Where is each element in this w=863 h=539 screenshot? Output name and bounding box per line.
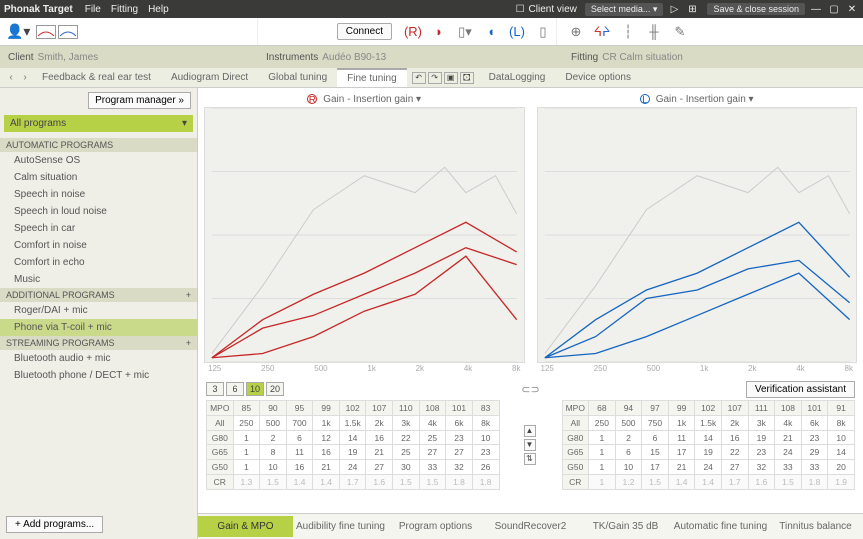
tab-tool-icon[interactable]: ↶	[412, 72, 426, 84]
tab-tool-icon[interactable]: ▣	[444, 72, 458, 84]
close-icon[interactable]: ✕	[845, 4, 859, 15]
gain-chart-left-ear	[537, 107, 858, 363]
menu-file[interactable]: File	[85, 4, 101, 15]
program-item[interactable]: Calm situation	[0, 169, 197, 186]
tab-fine-tuning[interactable]: Fine tuning	[337, 68, 406, 87]
minimize-icon[interactable]: —	[809, 4, 823, 15]
client-view-toggle[interactable]: Client view	[529, 4, 577, 15]
program-group-header: STREAMING PROGRAMS+	[0, 336, 197, 350]
fitting-label: Fitting	[571, 52, 598, 63]
all-programs-label: All programs	[10, 118, 66, 129]
save-close-button[interactable]: Save & close session	[707, 3, 805, 15]
band-count-button[interactable]: 20	[266, 382, 284, 396]
target-icon[interactable]: ⊕	[566, 22, 586, 42]
tab-audiogram-direct[interactable]: Audiogram Direct	[161, 68, 258, 87]
band-count-button[interactable]: 6	[226, 382, 244, 396]
band-selector: 361020 ⊂⊃ Verification assistant	[198, 378, 863, 400]
connect-button[interactable]: Connect	[337, 23, 392, 40]
all-programs-row[interactable]: All programs ▾	[4, 115, 193, 132]
curve-view-icon-2[interactable]	[58, 25, 78, 39]
subtab-program-options[interactable]: Program options	[388, 516, 483, 537]
menu-fitting[interactable]: Fitting	[111, 4, 138, 15]
tab-tool-icon[interactable]: ↷	[428, 72, 442, 84]
band-count-button[interactable]: 3	[206, 382, 224, 396]
play-icon[interactable]: ▷	[667, 4, 681, 15]
program-item[interactable]: Bluetooth audio + mic	[0, 350, 197, 367]
media-player-icon[interactable]: ⊞	[685, 4, 699, 15]
gain-chart-right-ear	[204, 107, 525, 363]
gain-up-button[interactable]: ▲	[524, 425, 536, 437]
program-item[interactable]: Speech in noise	[0, 186, 197, 203]
client-label: Client	[8, 52, 34, 63]
right-device-icon[interactable]: ◗	[429, 22, 449, 42]
tab-prev[interactable]: ‹	[4, 72, 18, 83]
program-item[interactable]: Speech in loud noise	[0, 203, 197, 220]
add-programs-button[interactable]: + Add programs...	[6, 516, 103, 533]
titlebar: Phonak Target File Fitting Help ☐ Client…	[0, 0, 863, 18]
program-group-header: ADDITIONAL PROGRAMS+	[0, 288, 197, 302]
program-item[interactable]: Comfort in echo	[0, 254, 197, 271]
left-device-icon[interactable]: ◖	[481, 22, 501, 42]
wrench-icon[interactable]: ✎	[670, 22, 690, 42]
link-icon[interactable]: ⊂⊃	[521, 383, 539, 396]
program-item[interactable]: Comfort in noise	[0, 237, 197, 254]
chart-right-title[interactable]: L Gain - Insertion gain ▾	[537, 92, 858, 107]
program-item[interactable]: Phone via T-coil + mic	[0, 319, 197, 336]
client-name: Smith, James	[38, 52, 99, 63]
program-manager-button[interactable]: Program manager »	[88, 92, 191, 109]
gain-link-button[interactable]: ⇅	[524, 453, 536, 465]
program-item[interactable]: Speech in car	[0, 220, 197, 237]
all-programs-dropdown-icon[interactable]: ▾	[182, 118, 187, 129]
gain-table-left-ear[interactable]: MPO6894979910210711110810191All250500750…	[562, 400, 856, 490]
subtab-gain-mpo[interactable]: Gain & MPO	[198, 516, 293, 537]
fitting-value: CR Calm situation	[602, 52, 683, 63]
curve-view-icon-1[interactable]	[36, 25, 56, 39]
select-media-dropdown[interactable]: Select media... ▾	[585, 3, 664, 16]
fine-tuning-subtabs: Gain & MPOAudibility fine tuningProgram …	[198, 513, 863, 539]
verification-assistant-button[interactable]: Verification assistant	[746, 381, 855, 398]
maximize-icon[interactable]: ▢	[827, 4, 841, 15]
subtab-tinnitus-balance[interactable]: Tinnitus balance	[768, 516, 863, 537]
subtab-audibility-fine-tuning[interactable]: Audibility fine tuning	[293, 516, 388, 537]
subtab-soundrecover-[interactable]: SoundRecover2	[483, 516, 578, 537]
accessory-icon[interactable]: ▯▾	[455, 22, 475, 42]
program-group-header: AUTOMATIC PROGRAMS	[0, 138, 197, 152]
tab-device-options[interactable]: Device options	[555, 68, 641, 87]
tuning-fork-icon[interactable]: ┆	[618, 22, 638, 42]
programs-sidebar: Program manager » All programs ▾ AUTOMAT…	[0, 88, 198, 539]
toolbar: 👤▾ Connect (R) ◗ ▯▾ ◖ (L) ▯ ⊕ ᔦᔨ ┆ ╫ ✎	[0, 18, 863, 46]
tab-tool-icon[interactable]: 🖸	[460, 72, 474, 84]
tab-global-tuning[interactable]: Global tuning	[258, 68, 337, 87]
coupling-icon[interactable]: ᔦᔨ	[592, 22, 612, 42]
add-program-icon[interactable]: +	[186, 290, 191, 300]
instruments-value: Audéo B90-13	[322, 52, 386, 63]
gain-table-right-ear[interactable]: MPO8590959910210711010810183All250500700…	[206, 400, 500, 490]
left-hi-icon[interactable]: (L)	[507, 22, 527, 42]
program-item[interactable]: Roger/DAI + mic	[0, 302, 197, 319]
subtab-tk-gain-db[interactable]: TK/Gain 35 dB	[578, 516, 673, 537]
subtab-automatic-fine-tuning[interactable]: Automatic fine tuning	[673, 516, 768, 537]
client-icon[interactable]: 👤▾	[6, 23, 30, 40]
menu-help[interactable]: Help	[148, 4, 169, 15]
remote-icon[interactable]: ▯	[533, 22, 553, 42]
band-count-button[interactable]: 10	[246, 382, 264, 396]
program-item[interactable]: AutoSense OS	[0, 152, 197, 169]
tab-next[interactable]: ›	[18, 72, 32, 83]
program-item[interactable]: Bluetooth phone / DECT + mic	[0, 367, 197, 384]
fitting-tabs: ‹ › Feedback & real ear testAudiogram Di…	[0, 68, 863, 88]
sub-header: Client Smith, James Instruments Audéo B9…	[0, 46, 863, 68]
sliders-icon[interactable]: ╫	[644, 22, 664, 42]
app-brand: Phonak Target	[4, 4, 73, 15]
right-hi-icon[interactable]: (R)	[403, 22, 423, 42]
tab-feedback-real-ear-test[interactable]: Feedback & real ear test	[32, 68, 161, 87]
tab-datalogging[interactable]: DataLogging	[479, 68, 556, 87]
gain-down-button[interactable]: ▼	[524, 439, 536, 451]
add-program-icon[interactable]: +	[186, 338, 191, 348]
chart-left-title[interactable]: R Gain - Insertion gain ▾	[204, 92, 525, 107]
program-item[interactable]: Music	[0, 271, 197, 288]
instruments-label: Instruments	[266, 52, 318, 63]
